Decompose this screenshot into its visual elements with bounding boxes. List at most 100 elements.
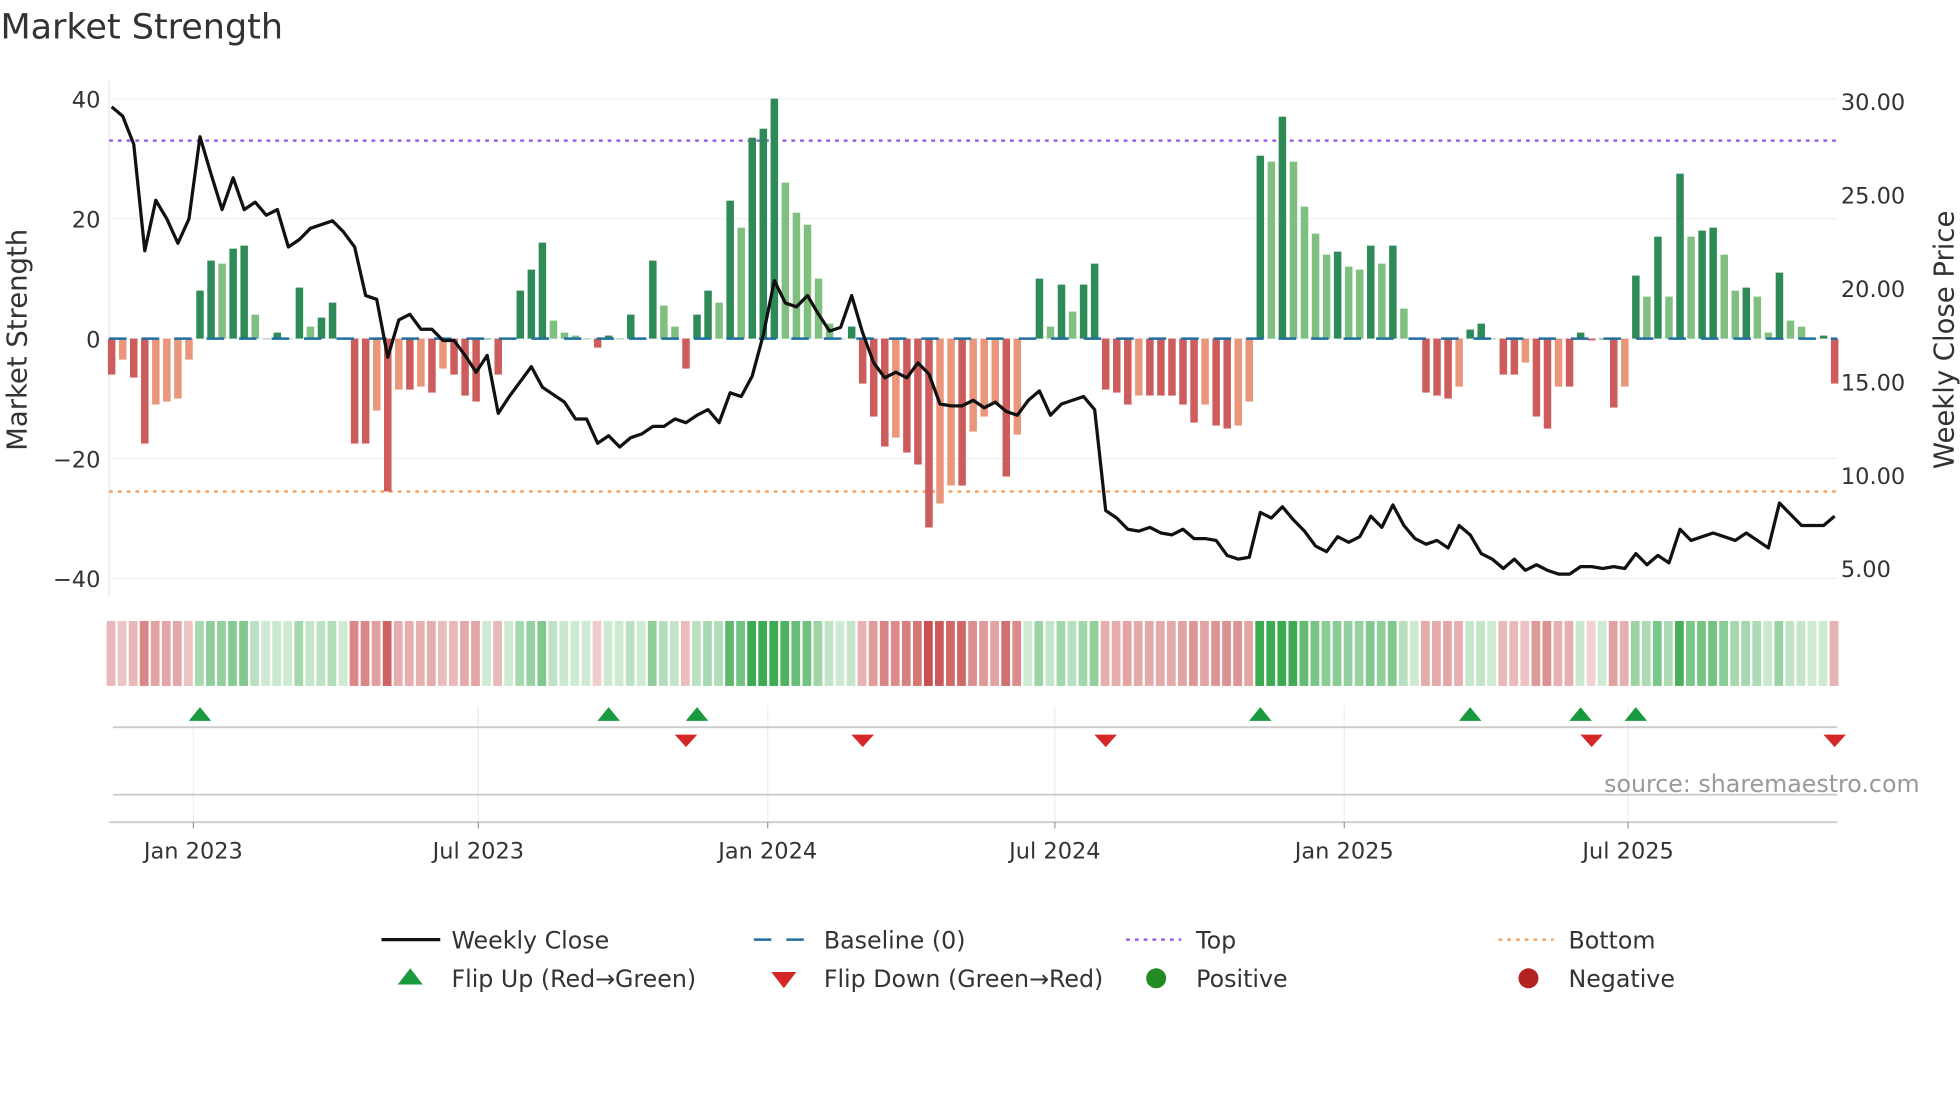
strip-cell bbox=[901, 620, 911, 686]
strength-bar bbox=[372, 338, 381, 411]
strength-bar bbox=[1499, 338, 1508, 375]
strength-bar bbox=[792, 212, 801, 339]
strength-bar bbox=[229, 248, 237, 339]
strip-cell bbox=[1100, 620, 1110, 686]
strip-cell bbox=[493, 620, 502, 686]
strength-bar bbox=[1068, 311, 1077, 339]
x-tick-label: Jan 2024 bbox=[716, 838, 817, 864]
strip-cell bbox=[1752, 620, 1762, 686]
strip-cell bbox=[968, 620, 977, 686]
y2-tick-label: 30.00 bbox=[1841, 90, 1905, 116]
strip-cell bbox=[879, 620, 889, 686]
strength-bar bbox=[1687, 236, 1695, 339]
legend-flip-up-icon bbox=[397, 968, 423, 985]
strip-cell bbox=[1288, 620, 1298, 686]
strength-bar bbox=[1797, 326, 1806, 339]
strength-bar bbox=[1289, 161, 1298, 339]
strength-bar bbox=[306, 326, 315, 339]
strength-bar bbox=[660, 305, 668, 339]
strip-cell bbox=[791, 620, 801, 686]
strip-cell bbox=[382, 620, 392, 686]
strength-bar bbox=[881, 338, 889, 447]
strip-cell bbox=[1056, 620, 1066, 686]
strip-cell bbox=[935, 620, 944, 686]
strength-bar bbox=[748, 137, 757, 339]
strength-bar bbox=[1201, 338, 1209, 405]
strength-bar bbox=[1698, 230, 1706, 339]
strength-bar bbox=[1433, 338, 1441, 396]
strength-bar bbox=[1565, 338, 1574, 387]
y-tick-label: 20 bbox=[72, 207, 101, 233]
strip-cell bbox=[1542, 620, 1552, 686]
strength-bar bbox=[1057, 284, 1066, 339]
strip-cell bbox=[592, 620, 602, 686]
strip-cell bbox=[725, 620, 734, 686]
strength-bar bbox=[1466, 329, 1474, 339]
strip-cell bbox=[261, 620, 271, 686]
strip-cell bbox=[1089, 620, 1099, 686]
strip-cell bbox=[1189, 620, 1198, 686]
strength-bar bbox=[262, 338, 271, 340]
y-tick-label: 0 bbox=[86, 327, 100, 353]
strength-bar bbox=[1676, 173, 1684, 339]
strength-bar bbox=[1267, 161, 1276, 339]
strength-bar bbox=[361, 338, 370, 444]
strength-bar bbox=[593, 338, 602, 348]
strip-cell bbox=[1398, 620, 1408, 686]
strip-cell bbox=[1774, 620, 1784, 686]
strength-bar bbox=[384, 338, 392, 492]
strip-cell bbox=[714, 620, 723, 686]
strength-bar bbox=[174, 338, 182, 399]
y2-tick-label: 25.00 bbox=[1841, 183, 1905, 209]
strength-bar bbox=[1168, 338, 1176, 396]
source-credit: source: sharemaestro.com bbox=[1604, 770, 1919, 798]
strip-cell bbox=[1575, 620, 1585, 686]
strength-bar bbox=[1079, 284, 1088, 339]
strength-bar bbox=[958, 338, 966, 486]
strip-cell bbox=[846, 620, 856, 686]
strip-cell bbox=[250, 620, 259, 686]
strip-cell bbox=[1807, 620, 1817, 686]
strength-bar bbox=[627, 314, 635, 339]
strip-cell bbox=[1420, 620, 1430, 686]
strip-cell bbox=[636, 620, 646, 686]
x-tick-label: Jan 2025 bbox=[1293, 838, 1394, 864]
strength-bar bbox=[1643, 296, 1651, 339]
strip-cell bbox=[614, 620, 624, 686]
strip-cell bbox=[1365, 620, 1375, 686]
strength-bar bbox=[118, 338, 127, 360]
legend-label: Top bbox=[1195, 926, 1236, 954]
strength-bar bbox=[770, 98, 779, 339]
strip-cell bbox=[1663, 620, 1673, 686]
strip-cell bbox=[625, 620, 635, 686]
strip-cell bbox=[747, 620, 757, 686]
strength-bar bbox=[947, 338, 955, 486]
strength-bar bbox=[406, 338, 414, 390]
strength-bar bbox=[682, 338, 690, 369]
strength-bar bbox=[1179, 338, 1187, 405]
legend-label: Flip Up (Red→Green) bbox=[451, 965, 696, 993]
strength-bar bbox=[538, 242, 547, 339]
strip-cell bbox=[316, 620, 326, 686]
strip-cell bbox=[1012, 620, 1022, 686]
strength-bar bbox=[1554, 338, 1563, 387]
strength-bar bbox=[1742, 287, 1751, 339]
strip-cell bbox=[1222, 620, 1231, 686]
flip-up-marker bbox=[685, 707, 709, 721]
strength-bar bbox=[1521, 338, 1530, 363]
legend-label: Bottom bbox=[1568, 926, 1655, 954]
legend-label: Baseline (0) bbox=[824, 926, 966, 954]
strength-bar bbox=[1819, 335, 1828, 339]
strength-bar bbox=[1013, 338, 1022, 435]
strip-cell bbox=[195, 620, 204, 686]
strip-cell bbox=[1763, 620, 1773, 686]
strength-bar bbox=[1367, 245, 1375, 339]
strip-cell bbox=[537, 620, 547, 686]
strip-cell bbox=[1708, 620, 1717, 686]
strength-bar bbox=[251, 314, 259, 339]
x-tick-label: Jul 2023 bbox=[431, 838, 524, 864]
strip-cell bbox=[692, 620, 701, 686]
strength-bar bbox=[1223, 338, 1231, 429]
strength-bar bbox=[317, 317, 326, 339]
strip-cell bbox=[1586, 620, 1596, 686]
